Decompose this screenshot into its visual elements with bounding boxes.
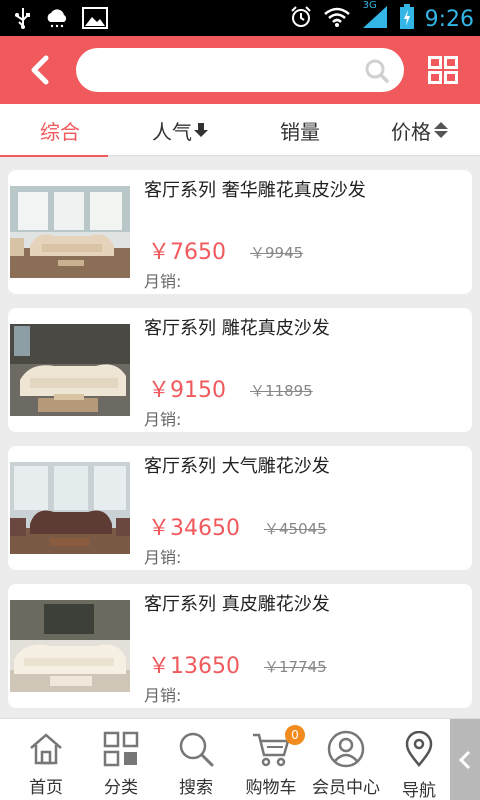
product-original-price: ￥17745 xyxy=(264,658,327,676)
product-price: ￥7650 xyxy=(148,240,226,265)
nav-label: 会员中心 xyxy=(312,778,380,798)
top-header xyxy=(0,36,480,104)
search-icon[interactable] xyxy=(364,58,390,88)
product-card[interactable]: 客厅系列 大气雕花沙发 ￥34650 ￥45045 月销: xyxy=(8,446,472,570)
product-card[interactable]: 客厅系列 奢华雕花真皮沙发 ￥7650 ￥9945 月销: xyxy=(8,170,472,294)
location-icon xyxy=(405,729,433,768)
nav-cart[interactable]: 0 购物车 xyxy=(233,719,309,800)
product-monthly-sales: 月销: xyxy=(144,548,182,567)
sort-tab-label: 人气 xyxy=(152,119,192,144)
image-icon xyxy=(82,7,108,33)
cloud-icon xyxy=(44,8,70,32)
network-type: 3G xyxy=(362,0,377,11)
sort-updown-icon xyxy=(434,122,448,138)
sort-tab-label: 销量 xyxy=(280,119,320,144)
battery-icon xyxy=(399,4,415,34)
product-card[interactable]: 客厅系列 真皮雕花沙发 ￥13650 ￥17745 月销: xyxy=(8,584,472,708)
chevron-left-icon xyxy=(458,750,471,770)
product-monthly-sales: 月销: xyxy=(144,272,182,291)
nav-home[interactable]: 首页 xyxy=(8,719,84,800)
sort-tab-comprehensive[interactable]: 综合 xyxy=(0,104,120,157)
sort-bar: 综合 人气 销量 价格 xyxy=(0,104,480,157)
product-image[interactable] xyxy=(10,186,130,278)
product-name[interactable]: 客厅系列 真皮雕花沙发 xyxy=(144,590,330,616)
product-card[interactable]: 客厅系列 雕花真皮沙发 ￥9150 ￥11895 月销: xyxy=(8,308,472,432)
nav-member-center[interactable]: 会员中心 xyxy=(308,719,384,800)
clock: 9:26 xyxy=(424,6,474,32)
product-monthly-sales: 月销: xyxy=(144,686,182,705)
signal-icon: 3G xyxy=(361,0,389,34)
back-arrow-icon xyxy=(31,55,49,85)
nav-label: 搜索 xyxy=(179,778,213,798)
product-price: ￥13650 xyxy=(148,654,240,679)
wifi-icon xyxy=(323,6,351,32)
nav-label: 导航 xyxy=(402,781,436,800)
product-original-price: ￥9945 xyxy=(250,244,304,262)
grid-menu-button[interactable] xyxy=(428,56,458,88)
search-box[interactable] xyxy=(76,48,404,92)
search-input[interactable] xyxy=(94,56,364,84)
cart-count-badge: 0 xyxy=(285,725,305,745)
product-list: 客厅系列 奢华雕花真皮沙发 ￥7650 ￥9945 月销: 客厅系列 雕花真皮沙… xyxy=(0,156,480,718)
nav-search[interactable]: 搜索 xyxy=(158,719,234,800)
product-original-price: ￥45045 xyxy=(264,520,327,538)
down-arrow-icon xyxy=(194,123,208,137)
product-image[interactable] xyxy=(10,462,130,554)
product-price: ￥34650 xyxy=(148,516,240,541)
status-bar: 3G 9:26 xyxy=(0,0,480,36)
sort-tab-label: 综合 xyxy=(40,119,80,144)
cart-icon: 0 xyxy=(251,725,305,769)
sort-tab-popularity[interactable]: 人气 xyxy=(120,104,240,156)
product-price: ￥9150 xyxy=(148,378,226,403)
product-name[interactable]: 客厅系列 雕花真皮沙发 xyxy=(144,314,330,340)
category-icon xyxy=(103,729,139,769)
nav-label: 分类 xyxy=(104,778,138,798)
product-original-price: ￥11895 xyxy=(250,382,313,400)
product-name[interactable]: 客厅系列 大气雕花沙发 xyxy=(144,452,330,478)
user-icon xyxy=(327,729,365,769)
home-icon xyxy=(28,729,64,769)
product-image[interactable] xyxy=(10,324,130,416)
product-image[interactable] xyxy=(10,600,130,692)
grid-icon xyxy=(428,56,458,84)
nav-category[interactable]: 分类 xyxy=(83,719,159,800)
usb-icon xyxy=(14,6,32,34)
sort-tab-price[interactable]: 价格 xyxy=(360,104,480,156)
nav-label: 首页 xyxy=(29,778,63,798)
nav-collapse-toggle[interactable] xyxy=(450,719,480,800)
nav-navigation[interactable]: 导航 xyxy=(384,719,454,800)
back-button[interactable] xyxy=(20,52,60,88)
search-icon xyxy=(177,729,215,769)
product-name[interactable]: 客厅系列 奢华雕花真皮沙发 xyxy=(144,176,366,202)
bottom-navigation: 首页 分类 搜索 0 购物车 会员中心 导航 xyxy=(0,718,480,800)
sort-tab-label: 价格 xyxy=(391,119,431,144)
alarm-icon xyxy=(289,5,313,33)
nav-label: 购物车 xyxy=(245,778,297,798)
sort-tab-sales[interactable]: 销量 xyxy=(240,104,360,156)
product-monthly-sales: 月销: xyxy=(144,410,182,429)
